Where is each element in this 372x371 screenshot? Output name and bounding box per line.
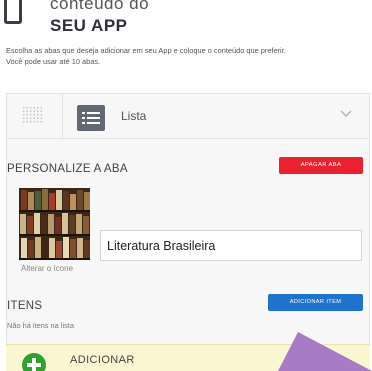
page-title-line2: SEU APP bbox=[50, 16, 128, 35]
page-title-line1: conteúdo do bbox=[50, 0, 150, 13]
list-icon bbox=[77, 105, 105, 131]
change-icon-link[interactable]: Alterar o ícone bbox=[21, 264, 73, 273]
empty-items-note: Não há itens na lista bbox=[7, 321, 74, 330]
customize-section-title: PERSONALIZE A ABA bbox=[7, 163, 128, 175]
intro-text: Escolha as abas que deseja adicionar em … bbox=[6, 45, 368, 67]
delete-tab-button[interactable]: APAGAR ABA bbox=[279, 157, 363, 174]
tab-editor-panel: Lista PERSONALIZE A ABA APAGAR ABA Alter… bbox=[6, 93, 370, 371]
add-label: ADICIONAR bbox=[70, 354, 135, 366]
intro-line-2: Você pode usar até 10 abas. bbox=[6, 57, 101, 66]
pointer-arrow-icon bbox=[278, 332, 372, 371]
tab-type-label: Lista bbox=[121, 109, 147, 123]
drag-handle[interactable] bbox=[7, 94, 63, 138]
intro-line-1: Escolha as abas que deseja adicionar em … bbox=[6, 46, 286, 55]
tab-name-input[interactable] bbox=[100, 230, 362, 261]
items-section-title: ITENS bbox=[7, 300, 43, 312]
drag-grip-icon bbox=[22, 106, 44, 124]
tab-icon-image[interactable] bbox=[19, 188, 90, 260]
header: conteúdo do SEU APP bbox=[0, 0, 372, 44]
plus-circle-icon bbox=[22, 353, 46, 371]
chevron-down-icon[interactable] bbox=[339, 107, 353, 121]
tab-header-row[interactable]: Lista bbox=[7, 94, 369, 139]
add-item-button[interactable]: ADICIONAR ITEM bbox=[268, 294, 363, 311]
phone-icon bbox=[4, 0, 22, 24]
